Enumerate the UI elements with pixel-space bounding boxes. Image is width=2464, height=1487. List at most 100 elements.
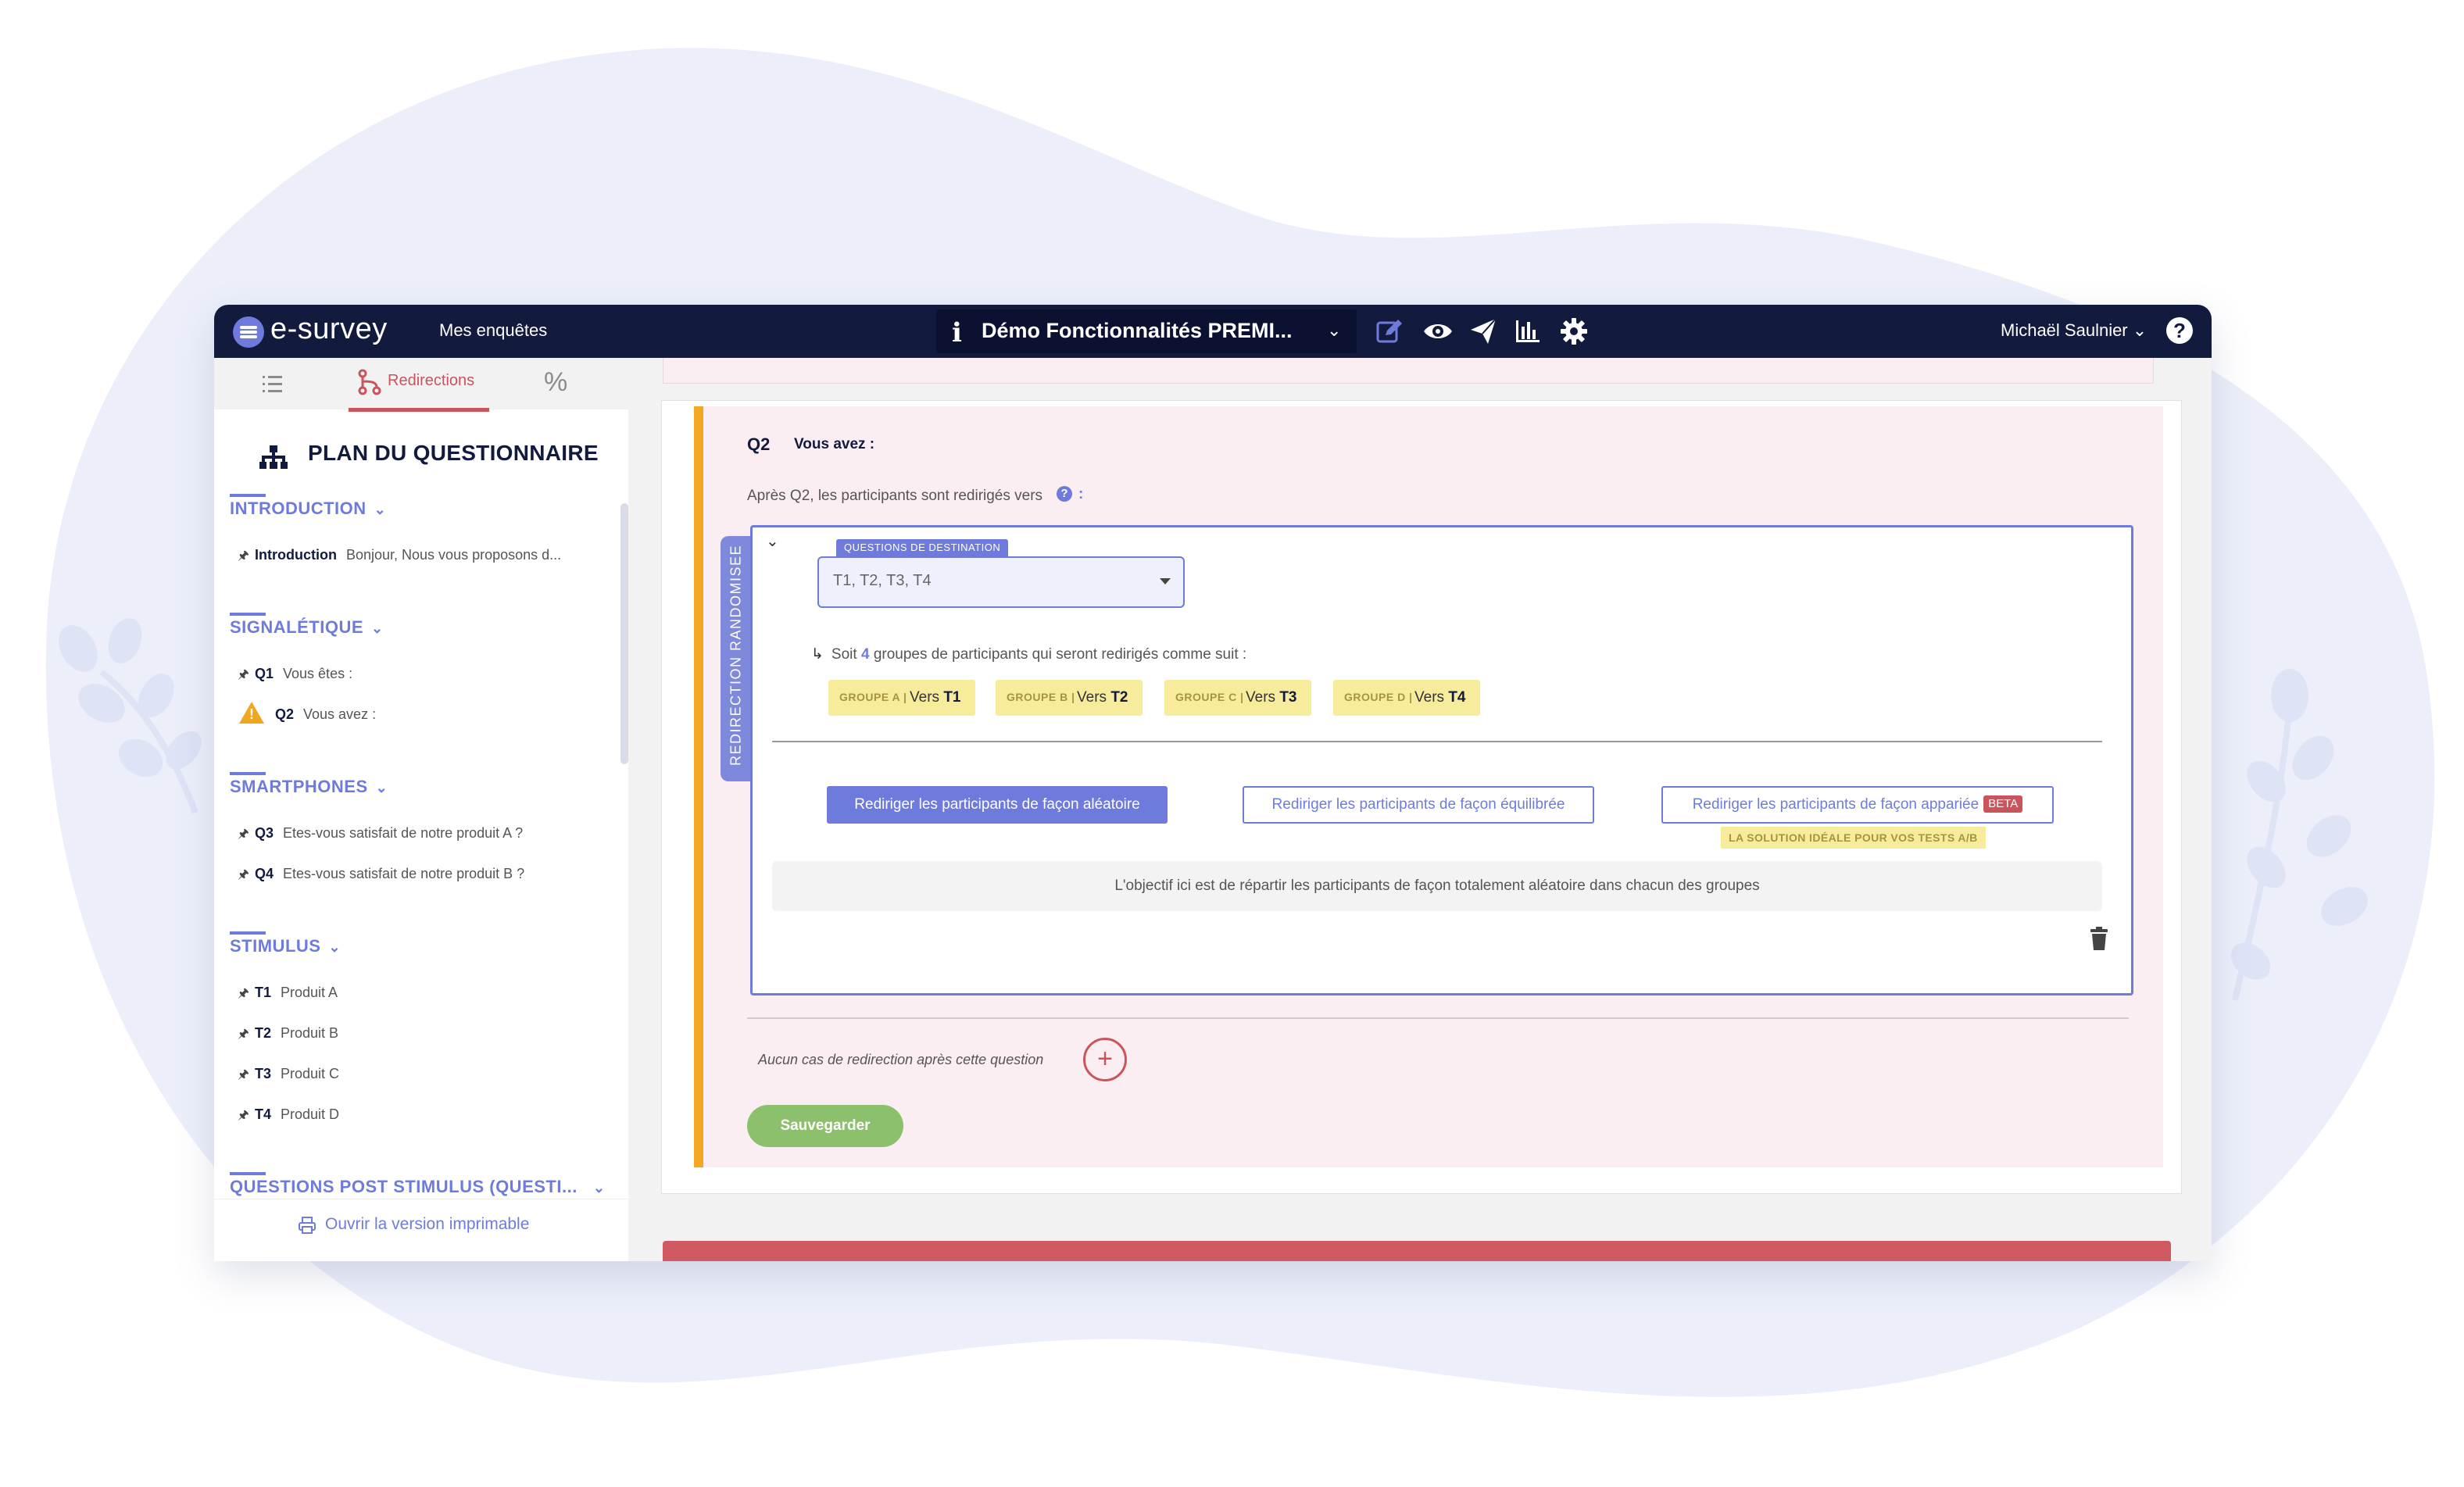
randomized-redirect-label: REDIRECTION RANDOMISEE (728, 544, 744, 767)
group-vers: Vers (1246, 689, 1276, 706)
gear-icon[interactable] (1558, 316, 1590, 347)
group-label: GROUPE B | (1007, 691, 1075, 703)
plan-item-t4[interactable]: 🖈 T4 Produit D (238, 1106, 339, 1128)
section-introduction[interactable]: INTRODUCTION ⌄ (230, 499, 386, 519)
chart-icon[interactable] (1511, 316, 1543, 347)
app-window: e-survey Mes enquêtes i Démo Fonctionnal… (214, 305, 2212, 1261)
question-text: Vous avez : (303, 706, 377, 722)
section-stimulus[interactable]: STIMULUS ⌄ (230, 936, 341, 956)
list-icon[interactable] (259, 372, 284, 397)
section-title-label: QUESTIONS POST STIMULUS (QUESTI... (230, 1177, 578, 1196)
section-smartphones[interactable]: SMARTPHONES ⌄ (230, 777, 388, 797)
chevron-down-icon: ⌄ (374, 502, 387, 517)
plan-item-t1[interactable]: 🖈 T1 Produit A (238, 985, 338, 1006)
balanced-redirect-button[interactable]: Rediriger les participants de façon équi… (1243, 786, 1594, 824)
plan-item-t2[interactable]: 🖈 T2 Produit B (238, 1025, 338, 1046)
question-text: Produit B (281, 1025, 339, 1041)
objective-description: L'objectif ici est de répartir les parti… (772, 861, 2102, 911)
redirect-description-colon: : (1078, 486, 1084, 502)
print-version-link[interactable]: Ouvrir la version imprimable (325, 1215, 529, 1234)
ab-test-note: LA SOLUTION IDÉALE POUR VOS TESTS A/B (1721, 827, 1986, 849)
warning-icon: ! (239, 702, 264, 724)
section-bar (230, 772, 266, 775)
tab-redirections[interactable]: Redirections (349, 358, 489, 412)
add-redirect-button[interactable]: + (1083, 1038, 1127, 1081)
pin-icon: 🖈 (238, 1109, 249, 1122)
plan-item-q2[interactable]: ! Q2 Vous avez : (239, 702, 376, 724)
info-icon[interactable]: i (952, 317, 962, 349)
redirect-icon (358, 369, 381, 395)
edit-icon[interactable] (1374, 316, 1405, 347)
section-bar (230, 613, 266, 616)
top-navbar: e-survey Mes enquêtes i Démo Fonctionnal… (214, 305, 2212, 358)
question-title: Vous avez : (794, 436, 875, 452)
eye-icon[interactable] (1422, 316, 1454, 347)
plan-item-introduction[interactable]: 🖈 Introduction Bonjour, Nous vous proposon… (238, 547, 561, 568)
plan-item-t3[interactable]: 🖈 T3 Produit C (238, 1066, 339, 1087)
logo-icon[interactable] (233, 316, 264, 348)
section-bar (230, 931, 266, 935)
plan-item-q4[interactable]: 🖈 Q4 Etes-vous satisfait de notre produit … (238, 866, 524, 887)
pin-icon: 🖈 (238, 868, 249, 881)
section-post-stimulus[interactable]: QUESTIONS POST STIMULUS (QUESTI... ⌄ (230, 1177, 605, 1197)
divider (747, 1017, 2129, 1019)
group-vers: Vers (1414, 689, 1445, 706)
send-icon[interactable] (1468, 316, 1499, 347)
group-target: T3 (1279, 689, 1297, 706)
groups-count: 4 (860, 646, 870, 663)
groups-intro-suffix: groupes de participants qui seront redir… (873, 646, 1247, 663)
chevron-down-icon[interactable]: ⌄ (766, 531, 779, 551)
question-text: Etes-vous satisfait de notre produit A ? (283, 825, 524, 841)
randomized-redirect-tab[interactable]: REDIRECTION RANDOMISEE (721, 536, 752, 781)
group-badge-d: GROUPE D | Vers T4 (1333, 680, 1480, 716)
group-label: GROUPE C | (1175, 691, 1244, 703)
sidebar-heading: PLAN DU QUESTIONNAIRE (308, 441, 599, 465)
plan-item-q1[interactable]: 🖈 Q1 Vous êtes : (238, 666, 352, 687)
groups-intro: ↳ Soit 4 groupes de participants qui sero… (811, 645, 1246, 663)
chevron-down-icon: ⌄ (371, 620, 384, 636)
user-name: Michaël Saulnier (2001, 320, 2128, 340)
section-title-label: SIGNALÉTIQUE (230, 617, 364, 637)
sitemap-icon (259, 445, 288, 469)
paired-redirect-button[interactable]: Rediriger les participants de façon appa… (1661, 786, 2054, 824)
group-badge-b: GROUPE B | Vers T2 (996, 680, 1143, 716)
random-redirect-button[interactable]: Rediriger les participants de façon aléa… (827, 786, 1168, 824)
percent-icon[interactable]: % (544, 367, 567, 398)
sidebar-tabs: Redirections % (214, 358, 628, 412)
question-code: Introduction (255, 547, 337, 563)
chevron-down-icon: ⌄ (2132, 320, 2148, 340)
question-code: T2 (255, 1025, 272, 1041)
no-redirect-text: Aucun cas de redirection après cette que… (758, 1052, 1044, 1067)
section-signaletique[interactable]: SIGNALÉTIQUE ⌄ (230, 617, 384, 638)
section-bar (230, 1172, 266, 1175)
save-button[interactable]: Sauvegarder (747, 1105, 903, 1147)
survey-title: Démo Fonctionnalités PREMI... (982, 319, 1293, 342)
sidebar-footer: Ouvrir la version imprimable (214, 1199, 628, 1261)
group-badge-a: GROUPE A | Vers T1 (828, 680, 975, 716)
groups-intro-prefix: Soit (831, 646, 857, 663)
question-text: Bonjour, Nous vous proposons d... (345, 547, 562, 563)
divider (772, 741, 2102, 742)
chevron-down-icon: ⌄ (592, 1180, 606, 1196)
logo-text[interactable]: e-survey (270, 313, 388, 346)
survey-selector[interactable]: i Démo Fonctionnalités PREMI... ⌄ (936, 309, 1357, 353)
next-card-header (663, 1241, 2171, 1261)
group-target: T4 (1448, 689, 1466, 706)
pin-icon: 🖈 (238, 1068, 249, 1081)
help-icon[interactable]: ? (2166, 317, 2193, 344)
pin-icon: 🖈 (238, 1028, 249, 1041)
paired-redirect-label: Rediriger les participants de façon appa… (1692, 796, 1979, 813)
user-menu[interactable]: Michaël Saulnier ⌄ (2001, 320, 2147, 341)
help-circle-icon[interactable]: ? (1057, 486, 1072, 502)
nav-my-surveys[interactable]: Mes enquêtes (439, 320, 547, 341)
group-vers: Vers (1077, 689, 1107, 706)
plan-item-q3[interactable]: 🖈 Q3 Etes-vous satisfait de notre produit … (238, 825, 523, 846)
tab-redirections-label: Redirections (388, 372, 475, 389)
destination-select[interactable]: T1, T2, T3, T4 (817, 556, 1185, 608)
question-code: T1 (255, 985, 272, 1000)
trash-icon[interactable] (2090, 927, 2108, 950)
sidebar-scrollbar[interactable] (620, 503, 628, 764)
pin-icon: 🖈 (238, 668, 249, 681)
section-title-label: INTRODUCTION (230, 499, 367, 518)
caret-down-icon (1160, 578, 1171, 584)
